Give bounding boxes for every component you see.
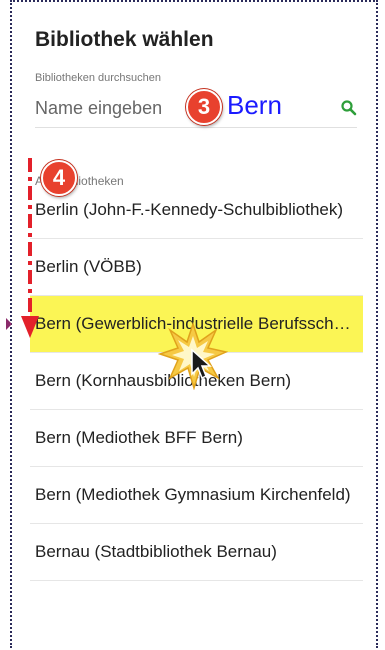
list-item-label: Bern (Mediothek BFF Bern) bbox=[35, 428, 243, 447]
list-item[interactable]: Bern (Mediothek Gymnasium Kirchenfeld) bbox=[30, 467, 363, 524]
edge-pointer-icon bbox=[6, 318, 12, 330]
list-item-label: Bern (Mediothek Gymnasium Kirchenfeld) bbox=[35, 485, 351, 504]
list-item-label: Bernau (Stadtbibliothek Bernau) bbox=[35, 542, 277, 561]
list-item-label: Berlin (VÖBB) bbox=[35, 257, 142, 276]
list-item-label: Berlin (John-F.-Kennedy-Schulbibliothek) bbox=[35, 200, 344, 219]
click-burst-icon bbox=[158, 322, 228, 390]
list-item[interactable]: Bernau (Stadtbibliothek Bernau) bbox=[30, 524, 363, 581]
search-input[interactable] bbox=[35, 98, 175, 119]
search-icon[interactable] bbox=[340, 99, 358, 117]
typed-search-text: Bern bbox=[227, 90, 282, 120]
dialog-title: Bibliothek wählen bbox=[35, 28, 214, 51]
search-underline bbox=[35, 127, 357, 128]
search-label: Bibliotheken durchsuchen bbox=[35, 72, 161, 84]
list-item[interactable]: Berlin (VÖBB) bbox=[30, 239, 363, 296]
step-3-badge: 3 bbox=[186, 89, 222, 125]
step-4-badge: 4 bbox=[41, 160, 77, 196]
list-item[interactable]: Bern (Mediothek BFF Bern) bbox=[30, 410, 363, 467]
list-item[interactable]: Berlin (John-F.-Kennedy-Schulbibliothek) bbox=[30, 182, 363, 239]
